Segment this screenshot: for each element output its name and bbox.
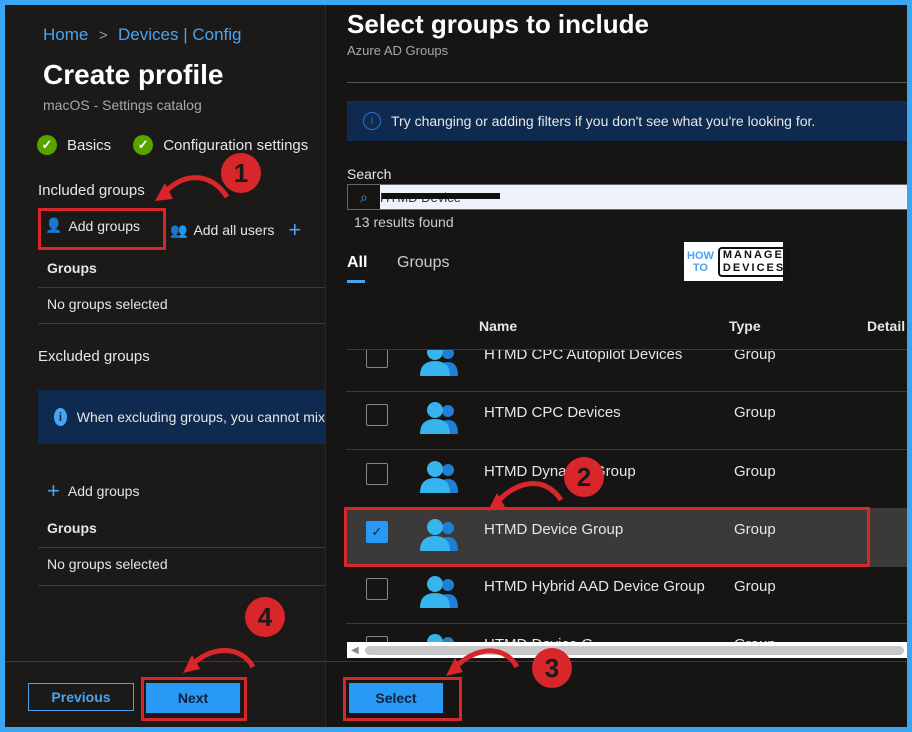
annotation-arrows [155, 175, 564, 676]
screenshot-frame: Home > Devices | Config Create profile m… [5, 5, 907, 727]
arrow-2 [493, 481, 564, 507]
arrow-3 [451, 648, 520, 672]
arrow-1 [161, 175, 230, 199]
arrow-4 [188, 648, 256, 669]
